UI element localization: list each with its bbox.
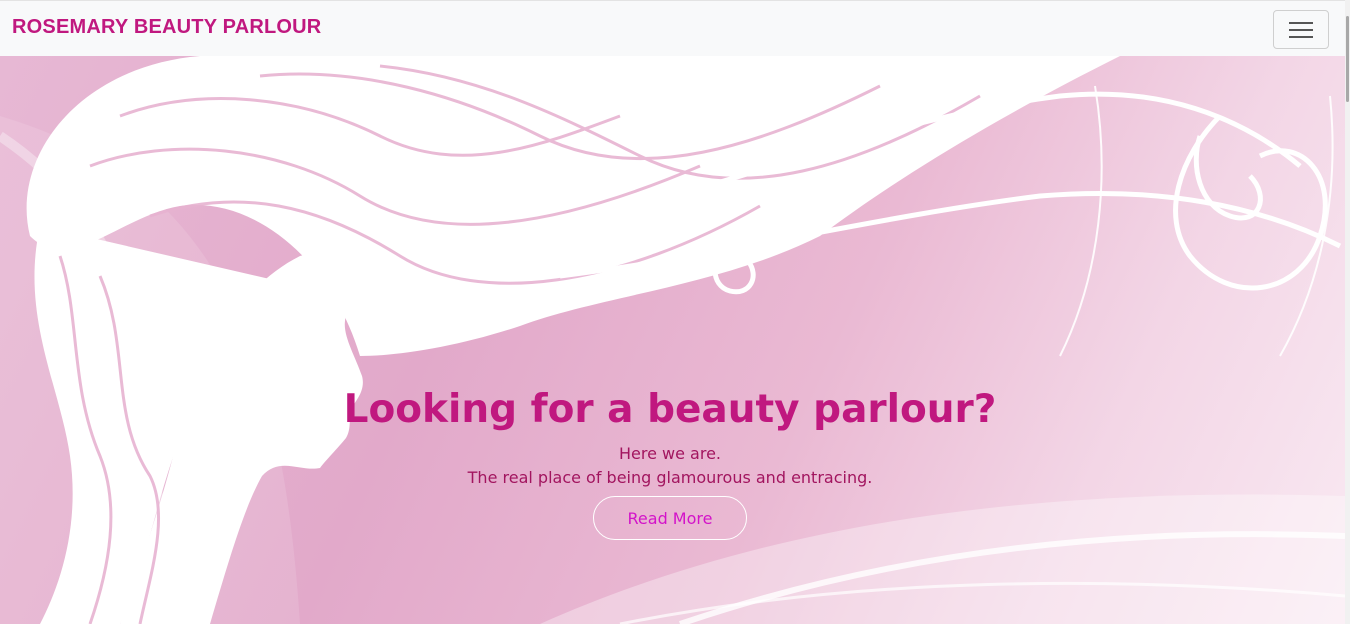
scrollbar-thumb[interactable] (1346, 16, 1349, 102)
hero-banner: Looking for a beauty parlour? Here we ar… (0, 56, 1345, 624)
brand-logo-text[interactable]: ROSEMARY BEAUTY PARLOUR (12, 16, 321, 39)
page-scrollbar[interactable] (1345, 0, 1350, 624)
navbar: ROSEMARY BEAUTY PARLOUR (0, 0, 1345, 56)
hero-subtitle-line1: Here we are. (618, 444, 721, 463)
hero-subtitle: Here we are. The real place of being gla… (300, 442, 1040, 490)
hero-content: Looking for a beauty parlour? Here we ar… (300, 384, 1040, 540)
menu-toggle-button[interactable] (1273, 10, 1329, 49)
hero-subtitle-line2: The real place of being glamourous and e… (467, 468, 873, 487)
hero-headline: Looking for a beauty parlour? (343, 387, 997, 432)
read-more-button[interactable]: Read More (593, 496, 747, 540)
